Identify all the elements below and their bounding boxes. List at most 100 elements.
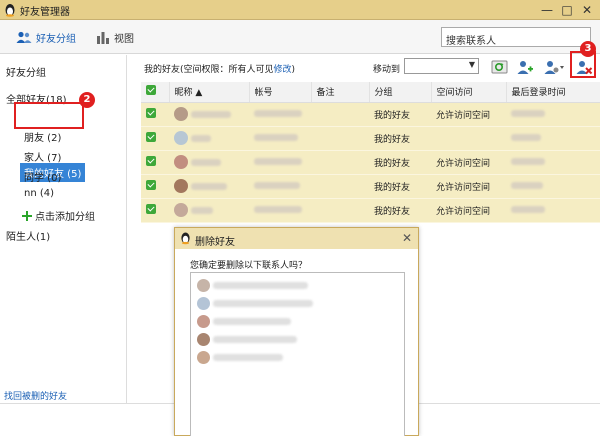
add-friend-icon[interactable] xyxy=(516,59,534,75)
blurred-contact-name xyxy=(213,282,308,289)
avatar xyxy=(174,107,188,121)
add-group-button[interactable]: 点击添加分组 xyxy=(22,208,95,223)
row-group: 我的好友 xyxy=(369,126,431,151)
annotation-badge-step2: 2 xyxy=(79,92,95,108)
permission-edit-link[interactable]: 修改 xyxy=(274,65,292,75)
toolbar: 好友分组 视图 搜索联系人 xyxy=(0,20,600,54)
row-space-access: 允许访问空间 xyxy=(431,198,506,223)
view-tab[interactable]: 视图 xyxy=(96,30,134,45)
view-label: 视图 xyxy=(114,34,134,45)
row-checkbox[interactable] xyxy=(146,131,156,142)
row-checkbox[interactable] xyxy=(146,179,156,190)
blurred-account xyxy=(254,110,302,117)
row-group: 我的好友 xyxy=(369,150,431,175)
row-group: 我的好友 xyxy=(369,102,431,127)
blurred-nickname xyxy=(191,110,231,118)
header-space-access[interactable]: 空间访问 xyxy=(431,82,507,103)
avatar xyxy=(197,297,210,310)
close-button[interactable]: ✕ xyxy=(578,2,596,18)
row-space-access: 允许访问空间 xyxy=(431,174,506,199)
table-row[interactable]: 我的好友 允许访问空间 xyxy=(141,102,600,127)
row-space-access: 允许访问空间 xyxy=(431,150,506,175)
maximize-button[interactable]: □ xyxy=(558,2,576,18)
permission-suffix: ) xyxy=(291,65,296,75)
avatar xyxy=(197,333,210,346)
blurred-account xyxy=(254,134,298,141)
row-space-access: 允许访问空间 xyxy=(431,102,506,127)
avatar xyxy=(197,279,210,292)
list-item xyxy=(197,297,313,310)
table-row[interactable]: 我的好友 xyxy=(141,126,600,151)
refresh-contacts-icon[interactable] xyxy=(491,59,509,75)
annotation-box-step2 xyxy=(14,102,84,129)
list-item xyxy=(197,315,291,328)
blurred-last-login xyxy=(511,158,545,165)
delete-friend-dialog: 删除好友 ✕ 您确定要删除以下联系人吗？ xyxy=(174,227,419,436)
blurred-account xyxy=(254,158,302,165)
friend-table: 昵称 ▲ 帐号 备注 分组 空间访问 最后登录时间 我的好友 允许访问空间 我的… xyxy=(141,82,600,223)
blurred-contact-name xyxy=(213,300,313,307)
avatar xyxy=(174,155,188,169)
header-remark[interactable]: 备注 xyxy=(311,82,370,103)
friend-group-label: 好友分组 xyxy=(36,34,76,45)
blurred-last-login xyxy=(511,110,545,117)
plus-icon xyxy=(22,210,32,221)
blurred-account xyxy=(254,182,300,189)
permission-prefix: 我的好友(空间权限：所有人可见 xyxy=(144,65,274,75)
qq-penguin-icon xyxy=(5,4,15,17)
table-row[interactable]: 我的好友 允许访问空间 xyxy=(141,198,600,223)
dialog-close-button[interactable]: ✕ xyxy=(402,231,412,245)
avatar xyxy=(174,131,188,145)
table-row[interactable]: 我的好友 允许访问空间 xyxy=(141,174,600,199)
recover-deleted-friends-link[interactable]: 找回被删的好友 xyxy=(4,389,67,402)
sidebar-item-classmates[interactable]: 同学 (0) xyxy=(24,169,61,184)
friend-settings-icon[interactable] xyxy=(543,59,565,75)
list-item xyxy=(197,333,297,346)
sidebar-item-nn[interactable]: nn (4) xyxy=(24,188,54,199)
avatar xyxy=(197,351,210,364)
blurred-nickname xyxy=(191,182,227,190)
header-nickname[interactable]: 昵称 ▲ xyxy=(169,82,250,103)
avatar xyxy=(174,203,188,217)
blurred-account xyxy=(254,206,302,213)
blurred-nickname xyxy=(191,158,221,166)
blurred-nickname xyxy=(191,134,211,142)
qq-penguin-icon xyxy=(181,232,190,245)
blurred-last-login xyxy=(511,134,541,141)
blurred-contact-name xyxy=(213,336,297,343)
sidebar-item-family[interactable]: 家人 (7) xyxy=(24,149,61,164)
add-group-label: 点击添加分组 xyxy=(35,212,95,223)
dialog-title-bar: 删除好友 ✕ xyxy=(175,228,418,249)
blurred-contact-name xyxy=(213,354,283,361)
row-group: 我的好友 xyxy=(369,198,431,223)
avatar xyxy=(197,315,210,328)
list-item xyxy=(197,279,308,292)
move-to-label: 移动到 xyxy=(373,65,401,75)
minimize-button[interactable]: — xyxy=(538,2,556,18)
annotation-badge-step3: 3 xyxy=(580,41,596,57)
row-checkbox[interactable] xyxy=(146,107,156,118)
window-title: 好友管理器 xyxy=(20,7,70,18)
table-row[interactable]: 我的好友 允许访问空间 xyxy=(141,150,600,175)
avatar xyxy=(174,179,188,193)
list-item xyxy=(197,351,283,364)
sidebar-item-strangers[interactable]: 陌生人(1) xyxy=(6,228,50,243)
blurred-nickname xyxy=(191,206,213,214)
row-checkbox[interactable] xyxy=(146,203,156,214)
header-last-login[interactable]: 最后登录时间 xyxy=(506,82,600,103)
space-permission-text: 我的好友(空间权限：所有人可见修改) xyxy=(144,62,295,75)
checkbox-icon xyxy=(146,85,156,96)
row-checkbox[interactable] xyxy=(146,155,156,166)
dialog-title: 删除好友 xyxy=(195,237,235,248)
move-to-select[interactable] xyxy=(404,58,479,74)
header-account[interactable]: 帐号 xyxy=(249,82,312,103)
contacts-to-delete-list[interactable] xyxy=(190,272,405,436)
friend-group-tab[interactable]: 好友分组 xyxy=(16,30,76,45)
sidebar-item-friends[interactable]: 朋友 (2) xyxy=(24,129,61,144)
search-contacts-input[interactable]: 搜索联系人 xyxy=(441,27,591,47)
header-select-all[interactable] xyxy=(141,82,170,103)
row-space-access xyxy=(431,126,506,151)
title-bar: 好友管理器 — □ ✕ xyxy=(0,0,600,20)
header-group[interactable]: 分组 xyxy=(369,82,432,103)
dialog-question: 您确定要删除以下联系人吗？ xyxy=(190,261,308,271)
